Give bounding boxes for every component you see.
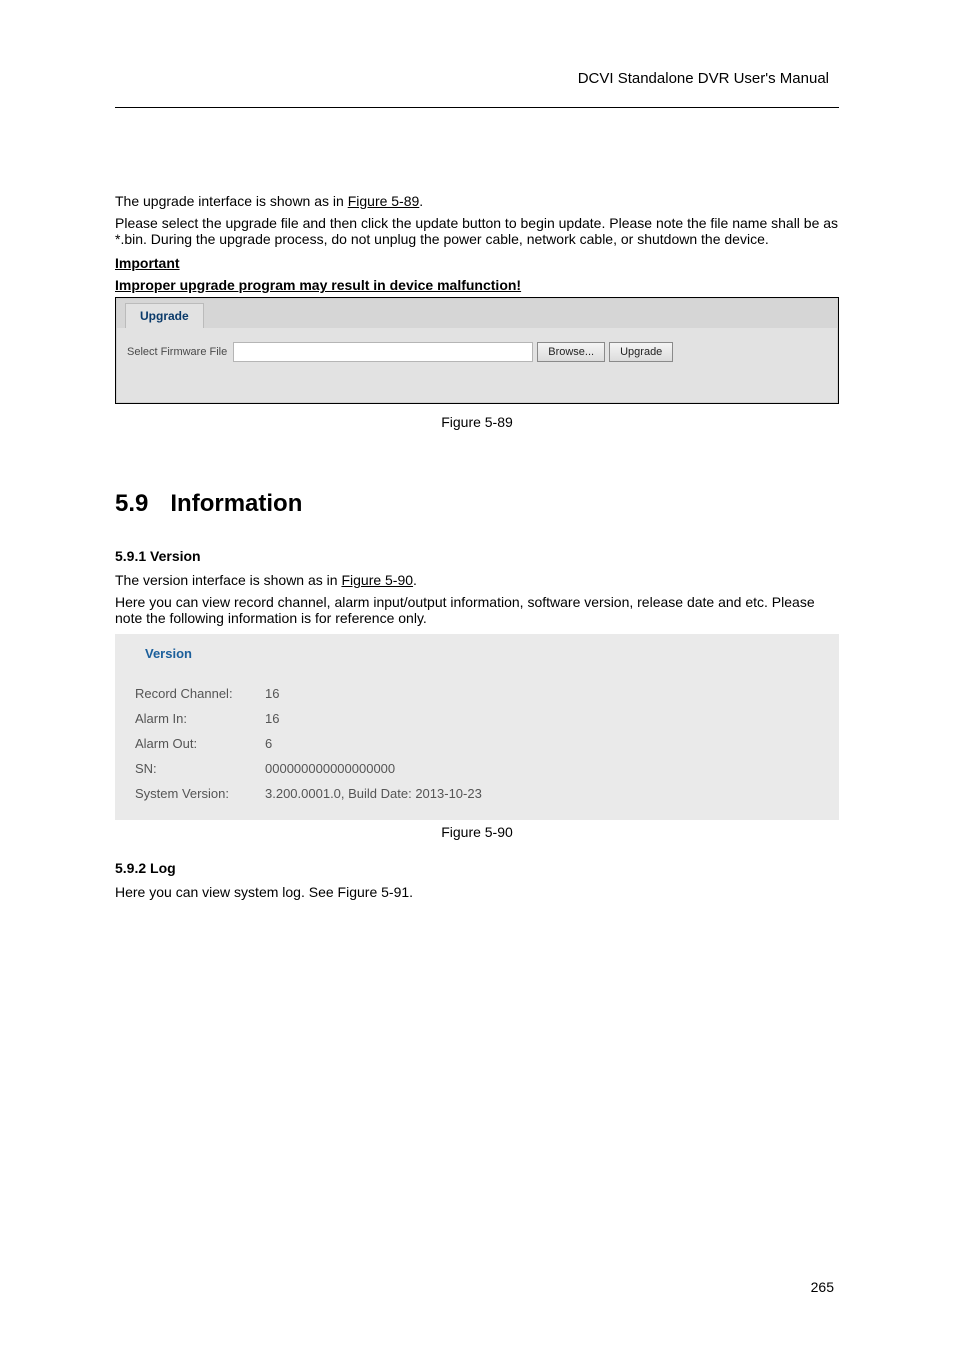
- value-alarm-in: 16: [265, 711, 279, 726]
- version-panel: Version Record Channel: 16 Alarm In: 16 …: [115, 634, 839, 820]
- header-title: DCVI Standalone DVR User's Manual: [115, 70, 839, 107]
- label-alarm-in: Alarm In:: [135, 711, 265, 726]
- subsection-log-heading: 5.9.2 Log: [115, 860, 839, 876]
- value-sn: 000000000000000000: [265, 761, 395, 776]
- browse-button[interactable]: Browse...: [537, 342, 605, 362]
- subsection-number: 5.9.1: [115, 548, 146, 564]
- intro-text-1-end: .: [419, 193, 423, 209]
- row-alarm-out: Alarm Out: 6: [135, 731, 819, 756]
- version-intro-1: The version interface is shown as in Fig…: [115, 572, 839, 588]
- header-rule: [115, 107, 839, 108]
- firmware-file-input[interactable]: [233, 342, 533, 362]
- upgrade-panel-container: Upgrade Select Firmware File Browse... U…: [115, 297, 839, 404]
- figure-caption-89: Figure 5-89: [115, 414, 839, 430]
- figure-link-89[interactable]: Figure 5-89: [348, 193, 420, 209]
- row-system-version: System Version: 3.200.0001.0, Build Date…: [135, 781, 819, 806]
- version-intro-2: Here you can view record channel, alarm …: [115, 594, 839, 626]
- tab-version[interactable]: Version: [129, 640, 208, 667]
- version-intro-text-1: The version interface is shown as in: [115, 572, 341, 588]
- page-number: 265: [811, 1279, 834, 1295]
- label-record-channel: Record Channel:: [135, 686, 265, 701]
- subsection-log-number: 5.9.2: [115, 860, 146, 876]
- section-number: 5.9: [115, 490, 148, 518]
- label-sn: SN:: [135, 761, 265, 776]
- value-system-version: 3.200.0001.0, Build Date: 2013-10-23: [265, 786, 482, 801]
- intro-line2: Please select the upgrade file and then …: [115, 215, 839, 247]
- section-title: Information: [170, 490, 302, 518]
- section-heading: 5.9 Information: [115, 490, 839, 518]
- upgrade-tab-bar: Upgrade: [117, 299, 837, 328]
- row-record-channel: Record Channel: 16: [135, 681, 819, 706]
- subsection-log-title: Log: [150, 860, 176, 876]
- value-alarm-out: 6: [265, 736, 272, 751]
- intro-text-1: The upgrade interface is shown as in: [115, 193, 348, 209]
- label-system-version: System Version:: [135, 786, 265, 801]
- version-tab-bar: Version: [115, 634, 839, 667]
- figure-link-90[interactable]: Figure 5-90: [341, 572, 413, 588]
- select-firmware-label: Select Firmware File: [127, 346, 227, 358]
- figure-caption-90: Figure 5-90: [115, 824, 839, 840]
- important-label: Important: [115, 255, 839, 271]
- subsection-title: Version: [150, 548, 201, 564]
- value-record-channel: 16: [265, 686, 279, 701]
- subsection-heading: 5.9.1 Version: [115, 548, 839, 564]
- log-text: Here you can view system log. See Figure…: [115, 884, 839, 900]
- row-alarm-in: Alarm In: 16: [135, 706, 819, 731]
- tab-upgrade[interactable]: Upgrade: [125, 303, 204, 328]
- label-alarm-out: Alarm Out:: [135, 736, 265, 751]
- important-text: Improper upgrade program may result in d…: [115, 277, 839, 293]
- row-sn: SN: 000000000000000000: [135, 756, 819, 781]
- intro-line1: The upgrade interface is shown as in Fig…: [115, 193, 839, 209]
- upgrade-button[interactable]: Upgrade: [609, 342, 673, 362]
- version-intro-text-1-end: .: [413, 572, 417, 588]
